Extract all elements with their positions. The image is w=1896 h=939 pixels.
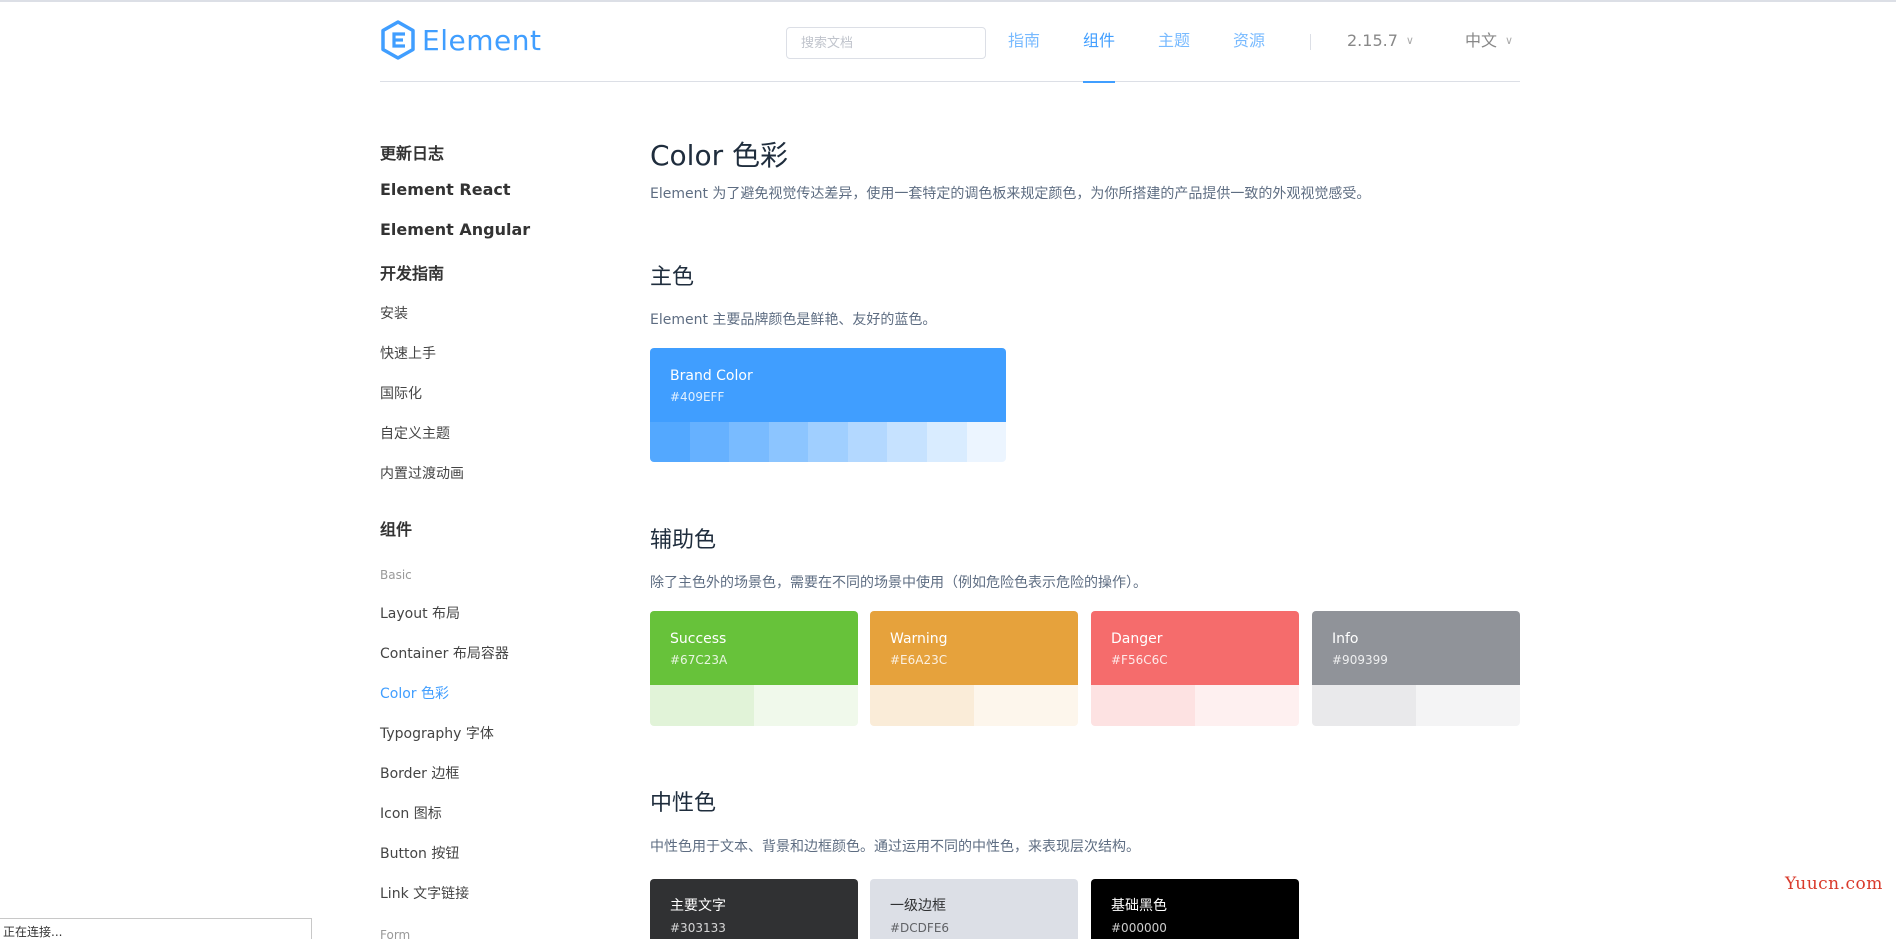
shade-swatch <box>974 685 1078 726</box>
page-intro: Element 为了避免视觉传达差异，使用一套特定的调色板来规定颜色，为你所搭建… <box>650 186 1371 202</box>
warning-color-card: Warning #E6A23C <box>870 611 1078 726</box>
brand-shade-strip <box>650 422 1006 462</box>
sidebar-item-custom-theme[interactable]: 自定义主题 <box>380 423 450 443</box>
shade-swatch <box>1091 685 1195 726</box>
shade-swatch <box>754 685 858 726</box>
language-dropdown[interactable]: 中文 ∨ <box>1465 0 1513 82</box>
brand-color-card: Brand Color #409EFF <box>650 348 1006 462</box>
color-hex: #DCDFE6 <box>890 921 950 935</box>
neutral-color-card-black: 基础黑色 #000000 <box>1091 879 1299 939</box>
light-shade-strip <box>650 685 858 726</box>
sidebar-item-link[interactable]: Link 文字链接 <box>380 883 469 903</box>
success-color-card: Success #67C23A <box>650 611 858 726</box>
section-heading-secondary: 辅助色 <box>650 528 717 553</box>
sidebar-item-element-react[interactable]: Element React <box>380 180 511 199</box>
nav-guide[interactable]: 指南 <box>1008 0 1040 82</box>
sidebar-item-element-angular[interactable]: Element Angular <box>380 220 530 239</box>
sidebar-item-border[interactable]: Border 边框 <box>380 763 459 783</box>
color-swatch: Warning #E6A23C <box>870 611 1078 685</box>
browser-status-bar: 正在连接... <box>0 918 312 939</box>
shade-swatch <box>966 422 1006 462</box>
color-swatch: Success #67C23A <box>650 611 858 685</box>
shade-swatch <box>650 685 754 726</box>
shade-swatch <box>926 422 967 462</box>
shade-swatch <box>847 422 888 462</box>
shade-swatch <box>689 422 730 462</box>
danger-color-card: Danger #F56C6C <box>1091 611 1299 726</box>
sidebar-category-basic: Basic <box>380 568 412 582</box>
color-hex: #E6A23C <box>890 653 948 667</box>
language-label: 中文 <box>1465 31 1498 50</box>
shade-swatch <box>887 422 927 462</box>
shade-swatch <box>808 422 848 462</box>
shade-swatch <box>1195 685 1299 726</box>
section-heading-primary: 主色 <box>650 265 695 290</box>
color-swatch: Danger #F56C6C <box>1091 611 1299 685</box>
sidebar-item-typography[interactable]: Typography 字体 <box>380 723 494 743</box>
color-name: 一级边框 <box>890 898 946 914</box>
nav-theme[interactable]: 主题 <box>1158 0 1190 82</box>
sidebar-group-guide: 开发指南 <box>380 264 445 283</box>
sidebar-item-button[interactable]: Button 按钮 <box>380 843 459 863</box>
shade-swatch <box>870 685 974 726</box>
shade-swatch <box>1312 685 1416 726</box>
search-input[interactable] <box>786 27 986 59</box>
shade-swatch <box>768 422 809 462</box>
sidebar-item-i18n[interactable]: 国际化 <box>380 383 422 403</box>
brand-color-swatch: Brand Color #409EFF <box>650 348 1006 422</box>
shade-swatch <box>1416 685 1520 726</box>
nav-resources[interactable]: 资源 <box>1233 0 1265 82</box>
page-title: Color 色彩 <box>650 139 789 172</box>
color-name: Warning <box>890 631 948 647</box>
color-name: 基础黑色 <box>1111 898 1167 914</box>
element-hexagon-icon <box>381 20 415 60</box>
shade-swatch <box>729 422 769 462</box>
sidebar-item-container[interactable]: Container 布局容器 <box>380 643 509 663</box>
light-shade-strip <box>1091 685 1299 726</box>
color-name: Success <box>670 631 727 647</box>
sidebar-item-color[interactable]: Color 色彩 <box>380 683 449 703</box>
sidebar-item-layout[interactable]: Layout 布局 <box>380 603 460 623</box>
light-shade-strip <box>870 685 1078 726</box>
sidebar-item-transition[interactable]: 内置过渡动画 <box>380 463 464 483</box>
logo-text: Element <box>422 23 542 57</box>
color-hex: #000000 <box>1111 921 1167 935</box>
section-heading-neutral: 中性色 <box>650 791 717 816</box>
watermark: Yuucn.com <box>1785 874 1883 894</box>
sidebar-item-icon[interactable]: Icon 图标 <box>380 803 442 823</box>
chevron-down-icon: ∨ <box>1505 34 1514 47</box>
sidebar-item-install[interactable]: 安装 <box>380 303 408 323</box>
section-desc-primary: Element 主要品牌颜色是鲜艳、友好的蓝色。 <box>650 312 937 328</box>
neutral-color-card-border: 一级边框 #DCDFE6 <box>870 879 1078 939</box>
section-desc-secondary: 除了主色外的场景色，需要在不同的场景中使用（例如危险色表示危险的操作）。 <box>650 575 1147 591</box>
sidebar-group-components: 组件 <box>380 520 413 539</box>
site-header: Element 指南 组件 主题 资源 2.15.7 ∨ 中文 ∨ <box>380 0 1520 83</box>
logo[interactable]: Element <box>380 20 541 60</box>
sidebar-item-changelog[interactable]: 更新日志 <box>380 140 444 164</box>
color-hex: #303133 <box>670 921 726 935</box>
neutral-color-card-primary-text: 主要文字 #303133 <box>650 879 858 939</box>
version-dropdown[interactable]: 2.15.7 ∨ <box>1347 0 1414 82</box>
color-name: Brand Color <box>670 368 753 384</box>
color-name: Info <box>1332 631 1359 647</box>
top-nav: 指南 组件 主题 资源 <box>1008 0 1308 83</box>
shade-swatch <box>650 422 690 462</box>
nav-divider <box>1310 34 1311 50</box>
info-color-card: Info #909399 <box>1312 611 1520 726</box>
section-desc-neutral: 中性色用于文本、背景和边框颜色。通过运用不同的中性色，来表现层次结构。 <box>650 839 1140 855</box>
color-name: Danger <box>1111 631 1163 647</box>
color-hex: #67C23A <box>670 653 728 667</box>
chevron-down-icon: ∨ <box>1405 34 1414 47</box>
sidebar-item-quickstart[interactable]: 快速上手 <box>380 343 436 363</box>
color-hex: #409EFF <box>670 390 725 404</box>
sidebar-category-form: Form <box>380 928 411 939</box>
nav-components[interactable]: 组件 <box>1083 0 1116 83</box>
color-hex: #909399 <box>1332 653 1388 667</box>
color-hex: #F56C6C <box>1111 653 1168 667</box>
version-label: 2.15.7 <box>1347 31 1398 50</box>
color-swatch: Info #909399 <box>1312 611 1520 685</box>
color-name: 主要文字 <box>670 898 726 914</box>
light-shade-strip <box>1312 685 1520 726</box>
